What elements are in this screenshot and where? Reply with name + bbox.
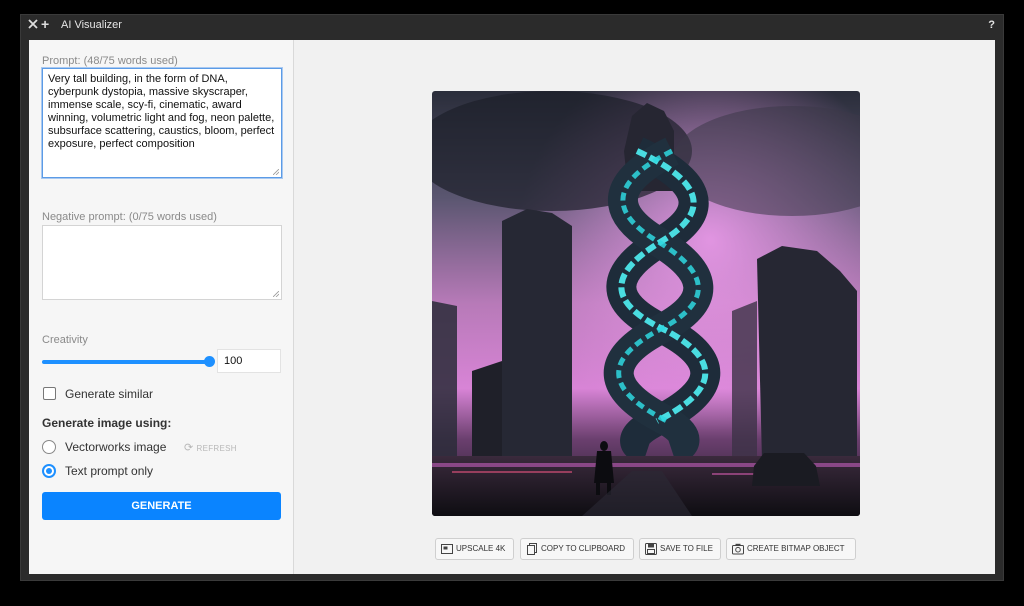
resize-handle-icon[interactable] <box>273 169 279 175</box>
copy-icon <box>527 543 537 555</box>
generate-using-heading: Generate image using: <box>42 416 172 430</box>
preview-panel: UPSCALE 4K COPY TO CLIPBOARD SAVE TO FIL… <box>294 40 995 574</box>
creativity-slider-thumb[interactable] <box>204 356 215 367</box>
refresh-label: REFRESH <box>196 444 237 453</box>
ai-visualizer-window: + AI Visualizer ? Prompt: (48/75 words u… <box>20 14 1004 581</box>
window-title: AI Visualizer <box>61 19 122 31</box>
prompt-text: Very tall building, in the form of DNA, … <box>48 73 278 150</box>
generate-button[interactable]: GENERATE <box>42 492 281 520</box>
refresh-button[interactable]: ⟳ REFRESH <box>184 442 237 455</box>
generated-image <box>432 91 860 516</box>
vectorworks-image-label[interactable]: Vectorworks image <box>65 439 166 455</box>
resize-handle-icon[interactable] <box>273 291 279 297</box>
copy-to-clipboard-button[interactable]: COPY TO CLIPBOARD <box>520 538 634 560</box>
creativity-input[interactable]: 100 <box>217 349 281 373</box>
save-icon <box>645 543 657 555</box>
save-to-file-label: SAVE TO FILE <box>660 544 713 553</box>
save-to-file-button[interactable]: SAVE TO FILE <box>639 538 721 560</box>
title-bar: + AI Visualizer ? <box>21 15 1003 35</box>
content-area: Prompt: (48/75 words used) Very tall bui… <box>29 40 995 574</box>
prompt-textarea[interactable]: Very tall building, in the form of DNA, … <box>42 68 282 178</box>
refresh-icon: ⟳ <box>184 442 194 454</box>
copy-to-clipboard-label: COPY TO CLIPBOARD <box>541 544 626 553</box>
plus-icon[interactable]: + <box>41 16 49 32</box>
generate-similar-label[interactable]: Generate similar <box>65 386 153 402</box>
prompt-label: Prompt: (48/75 words used) <box>42 55 178 67</box>
text-prompt-only-label[interactable]: Text prompt only <box>65 463 153 479</box>
creativity-slider-track[interactable] <box>42 360 210 364</box>
create-bitmap-object-button[interactable]: CREATE BITMAP OBJECT <box>726 538 856 560</box>
action-toolbar: UPSCALE 4K COPY TO CLIPBOARD SAVE TO FIL… <box>294 538 995 560</box>
create-bitmap-object-label: CREATE BITMAP OBJECT <box>747 544 845 553</box>
negative-prompt-label: Negative prompt: (0/75 words used) <box>42 211 217 223</box>
close-icon[interactable] <box>27 18 39 30</box>
generated-image-art <box>432 91 860 516</box>
generate-similar-checkbox[interactable] <box>43 387 56 400</box>
upscale-4k-button[interactable]: UPSCALE 4K <box>435 538 514 560</box>
camera-icon <box>732 543 744 555</box>
upscale-icon <box>441 544 453 554</box>
vectorworks-image-radio[interactable] <box>42 440 56 454</box>
sidebar: Prompt: (48/75 words used) Very tall bui… <box>29 40 294 574</box>
help-icon[interactable]: ? <box>988 18 995 32</box>
creativity-label: Creativity <box>42 334 88 346</box>
negative-prompt-textarea[interactable] <box>42 225 282 300</box>
upscale-4k-label: UPSCALE 4K <box>456 544 506 553</box>
text-prompt-only-radio[interactable] <box>42 464 56 478</box>
